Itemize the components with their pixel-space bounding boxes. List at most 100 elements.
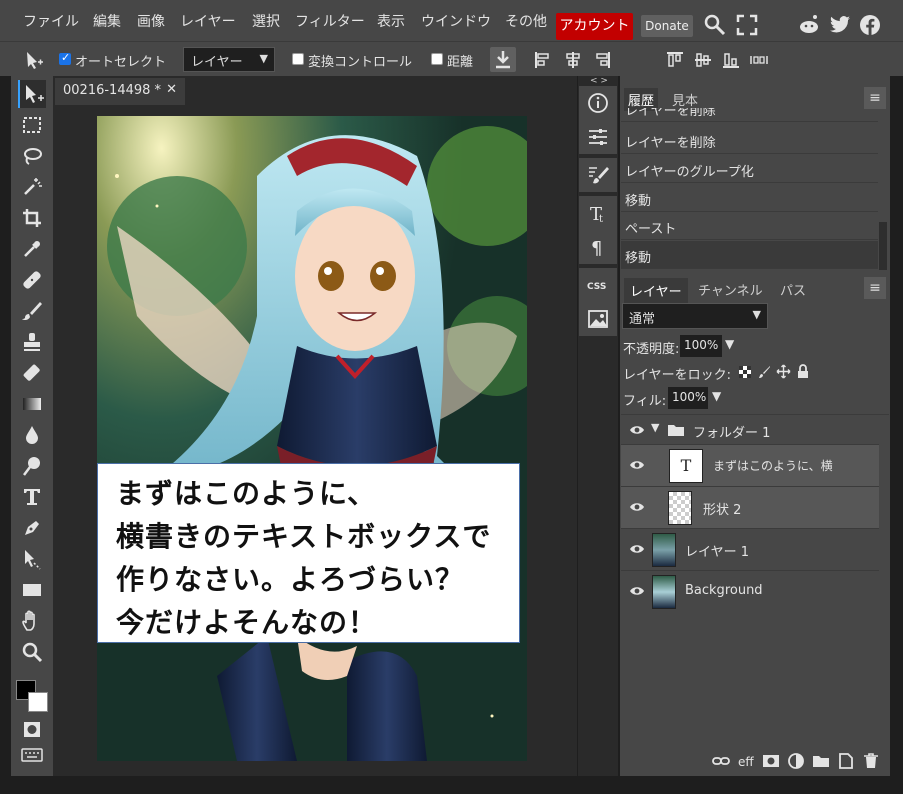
search-icon[interactable] <box>703 13 727 37</box>
history-item-active[interactable]: 移動 <box>621 241 878 269</box>
transform-controls-checkbox[interactable] <box>292 53 304 65</box>
shape-tool[interactable] <box>18 576 46 604</box>
align-middle-icon[interactable] <box>693 50 713 70</box>
auto-select-target-select[interactable]: レイヤー ▼ <box>183 47 275 72</box>
menu-more[interactable]: その他 <box>505 11 547 31</box>
type-tool[interactable] <box>18 483 46 511</box>
link-layers-icon[interactable] <box>712 752 730 770</box>
fullscreen-icon[interactable] <box>735 13 759 37</box>
lock-position-icon[interactable] <box>776 364 791 379</box>
layer-mask-icon[interactable] <box>762 752 780 770</box>
image-panel-button[interactable] <box>579 302 617 336</box>
distribute-icon[interactable] <box>749 50 769 70</box>
fill-input[interactable]: 100% <box>668 387 708 409</box>
trash-icon[interactable] <box>862 752 880 770</box>
tab-layers[interactable]: レイヤー <box>624 278 688 303</box>
account-button[interactable]: アカウント <box>556 13 633 40</box>
background-color-swatch[interactable] <box>28 692 48 712</box>
text-box[interactable]: まずはこのように、 横書きのテキストボックスで 作りなさい。よろづらい？ 今だけ… <box>97 463 520 643</box>
align-right-icon[interactable] <box>592 50 612 70</box>
menu-window[interactable]: ウインドウ <box>421 11 491 31</box>
pen-tool[interactable] <box>18 514 46 542</box>
tab-channels[interactable]: チャンネル <box>698 280 763 299</box>
align-center-h-icon[interactable] <box>563 50 583 70</box>
tab-swatches[interactable]: 見本 <box>672 90 698 109</box>
layer-row-shape[interactable]: 形状 2 <box>621 486 879 528</box>
gradient-tool[interactable] <box>18 390 46 418</box>
history-item[interactable]: レイヤーを削除 <box>621 108 878 122</box>
layer-row-folder[interactable]: ▼ フォルダー 1 <box>621 414 879 444</box>
align-left-icon[interactable] <box>533 50 553 70</box>
marquee-tool[interactable] <box>18 111 46 139</box>
clone-stamp-tool[interactable] <box>18 328 46 356</box>
tab-paths[interactable]: パス <box>780 280 806 299</box>
document-tab[interactable]: 00216-14498 * ✕ <box>55 78 185 105</box>
healing-tool[interactable] <box>18 266 46 294</box>
brush-tool[interactable] <box>18 297 46 325</box>
lock-all-icon[interactable] <box>796 364 810 379</box>
visibility-eye-icon[interactable] <box>629 500 645 514</box>
canvas-image[interactable] <box>97 116 527 761</box>
menu-image[interactable]: 画像 <box>137 11 165 31</box>
menu-edit[interactable]: 編集 <box>93 11 121 31</box>
collapse-arrows-icon[interactable]: < > <box>590 76 608 86</box>
keyboard-button[interactable] <box>18 746 46 764</box>
layer-row-text[interactable]: T まずはこのように、横 <box>621 444 879 486</box>
layer-row-image[interactable]: レイヤー 1 <box>621 528 879 570</box>
history-menu-button[interactable]: ≡ <box>864 87 886 109</box>
path-select-tool[interactable] <box>18 545 46 573</box>
reddit-icon[interactable] <box>797 13 821 37</box>
adjustments-panel-button[interactable] <box>579 120 617 154</box>
eyedropper-tool[interactable] <box>18 235 46 263</box>
adjustment-layer-icon[interactable] <box>787 752 805 770</box>
menu-layer[interactable]: レイヤー <box>180 11 236 31</box>
align-top-icon[interactable] <box>665 50 685 70</box>
blend-mode-select[interactable]: 通常 ▼ <box>622 303 768 329</box>
layer-effects-icon[interactable]: eff <box>738 752 756 770</box>
visibility-eye-icon[interactable] <box>629 458 645 472</box>
new-folder-icon[interactable] <box>812 752 830 770</box>
facebook-icon[interactable] <box>858 13 882 37</box>
folder-expand-icon[interactable]: ▼ <box>651 421 659 434</box>
zoom-tool[interactable] <box>18 638 46 666</box>
twitter-icon[interactable] <box>828 13 852 37</box>
history-item[interactable]: 移動 <box>621 184 878 212</box>
move-tool-icon[interactable] <box>24 50 44 70</box>
opacity-input[interactable]: 100% <box>680 335 722 357</box>
history-item[interactable]: レイヤーのグループ化 <box>621 155 878 183</box>
opacity-dropdown-icon[interactable]: ▼ <box>725 337 734 351</box>
visibility-eye-icon[interactable] <box>629 584 645 598</box>
history-item[interactable]: ペースト <box>621 212 878 240</box>
align-bottom-icon[interactable] <box>721 50 741 70</box>
menu-file[interactable]: ファイル <box>23 11 79 31</box>
blur-tool[interactable] <box>18 421 46 449</box>
layers-menu-button[interactable]: ≡ <box>864 277 886 299</box>
menu-view[interactable]: 表示 <box>377 11 405 31</box>
paragraph-panel-button[interactable]: ¶ <box>579 230 617 264</box>
css-panel-button[interactable]: CSS <box>579 268 617 302</box>
layer-row-background[interactable]: Background <box>621 570 879 612</box>
move-tool[interactable] <box>18 80 46 108</box>
history-scrollbar[interactable] <box>879 222 887 270</box>
visibility-eye-icon[interactable] <box>629 542 645 556</box>
crop-tool[interactable] <box>18 204 46 232</box>
dodge-tool[interactable] <box>18 452 46 480</box>
distance-checkbox[interactable] <box>431 53 443 65</box>
download-button[interactable] <box>490 47 516 72</box>
history-item[interactable]: レイヤーを削除 <box>621 126 878 154</box>
close-icon[interactable]: ✕ <box>166 82 177 97</box>
quick-mask-button[interactable] <box>18 721 46 739</box>
visibility-eye-icon[interactable] <box>629 423 645 437</box>
fill-dropdown-icon[interactable]: ▼ <box>712 389 721 403</box>
info-panel-button[interactable] <box>579 86 617 120</box>
lock-transparency-icon[interactable] <box>738 365 752 379</box>
menu-select[interactable]: 選択 <box>252 11 280 31</box>
donate-button[interactable]: Donate <box>641 15 693 37</box>
eraser-tool[interactable] <box>18 359 46 387</box>
menu-filter[interactable]: フィルター <box>295 11 365 31</box>
brush-panel-button[interactable] <box>579 158 617 192</box>
lock-pixels-icon[interactable] <box>757 365 771 379</box>
lasso-tool[interactable] <box>18 142 46 170</box>
new-layer-icon[interactable] <box>837 752 855 770</box>
hand-tool[interactable] <box>18 607 46 635</box>
